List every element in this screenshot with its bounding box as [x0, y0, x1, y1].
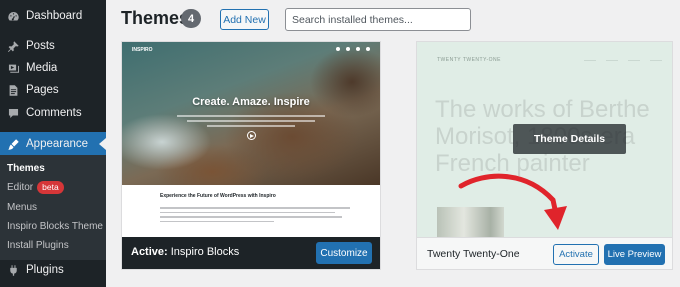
beta-badge: beta: [37, 180, 64, 194]
theme-name: Twenty Twenty-One: [427, 248, 520, 260]
live-preview-button[interactable]: Live Preview: [604, 244, 665, 265]
submenu-item-label: Editor: [7, 181, 34, 193]
preview-lower-section: Experience the Future of WordPress with …: [122, 185, 380, 237]
activate-button[interactable]: Activate: [553, 244, 599, 265]
theme-footer: Twenty Twenty-One Activate Live Preview: [417, 237, 672, 269]
comment-icon: [6, 106, 20, 120]
sidebar-item-dashboard[interactable]: Dashboard: [0, 4, 106, 28]
submenu-item-themes[interactable]: Themes: [7, 160, 45, 176]
theme-details-button[interactable]: Theme Details: [513, 124, 626, 154]
submenu-item-label: Menus: [7, 201, 38, 213]
theme-card-inspiro-blocks[interactable]: INSPIRO Create. Amaze. Inspire Experienc…: [121, 41, 381, 270]
sidebar-item-label: Plugins: [26, 264, 64, 276]
preview-image: [437, 207, 504, 237]
preview-logo: TWENTY TWENTY-ONE: [437, 57, 501, 63]
sidebar-item-appearance[interactable]: Appearance: [0, 132, 106, 156]
preview-nav: [312, 47, 370, 51]
current-menu-arrow: [99, 138, 106, 150]
theme-count-badge: 4: [181, 9, 201, 28]
plugin-icon: [6, 263, 20, 277]
search-input[interactable]: [285, 8, 471, 31]
sidebar-item-media[interactable]: Media: [0, 56, 106, 80]
preview-nav: ——— ——— ——— ———: [584, 57, 662, 62]
preview-hero-text: [177, 115, 325, 129]
submenu-item-menus[interactable]: Menus: [7, 199, 37, 215]
preview-logo: INSPIRO: [132, 47, 153, 53]
submenu-item-label: Themes: [7, 162, 45, 174]
theme-card-twenty-twenty-one[interactable]: TWENTY TWENTY-ONE ——— ——— ——— ——— The works…: [416, 41, 673, 270]
theme-footer: Active: Inspiro Blocks Customize: [122, 237, 380, 269]
preview-subheading: Experience the Future of WordPress with …: [160, 193, 276, 199]
theme-name: Inspiro Blocks: [170, 246, 240, 258]
page-icon: [6, 83, 20, 97]
sidebar-item-label: Media: [26, 62, 58, 74]
theme-screenshot[interactable]: TWENTY TWENTY-ONE ——— ——— ——— ——— The works…: [417, 42, 672, 237]
brush-icon: [6, 137, 20, 151]
sidebar-item-label: Dashboard: [26, 10, 83, 22]
appearance-submenu: Themes Editor beta Menus Inspiro Blocks …: [0, 155, 106, 260]
dashboard-icon: [6, 9, 20, 23]
preview-hero-heading: Create. Amaze. Inspire: [192, 96, 310, 108]
active-prefix: Active:: [131, 246, 168, 258]
active-theme-label: Active: Inspiro Blocks: [131, 246, 239, 258]
sidebar-item-label: Pages: [26, 84, 59, 96]
sidebar-item-label: Comments: [26, 107, 82, 119]
submenu-item-inspiro-blocks-theme[interactable]: Inspiro Blocks Theme: [7, 218, 103, 234]
preview-paragraph: [160, 207, 350, 225]
play-icon: [247, 131, 256, 140]
customize-button[interactable]: Customize: [316, 242, 372, 264]
media-icon: [6, 61, 20, 75]
sidebar-item-posts[interactable]: Posts: [0, 34, 106, 58]
sidebar-item-label: Appearance: [26, 138, 89, 150]
pin-icon: [6, 39, 20, 53]
sidebar-item-label: Posts: [26, 40, 55, 52]
add-new-button[interactable]: Add New: [220, 9, 269, 30]
theme-screenshot[interactable]: INSPIRO Create. Amaze. Inspire: [122, 42, 380, 185]
submenu-item-editor[interactable]: Editor beta: [7, 179, 64, 195]
sidebar-item-pages[interactable]: Pages: [0, 78, 106, 102]
submenu-item-label: Install Plugins: [7, 239, 69, 251]
page-title: Themes: [121, 8, 190, 28]
sidebar-item-comments[interactable]: Comments: [0, 101, 106, 125]
submenu-item-install-plugins[interactable]: Install Plugins: [7, 237, 69, 253]
admin-sidebar: Dashboard Posts Media Pages Comments App…: [0, 0, 106, 287]
sidebar-item-plugins[interactable]: Plugins: [0, 258, 106, 282]
submenu-item-label: Inspiro Blocks Theme: [7, 220, 103, 232]
